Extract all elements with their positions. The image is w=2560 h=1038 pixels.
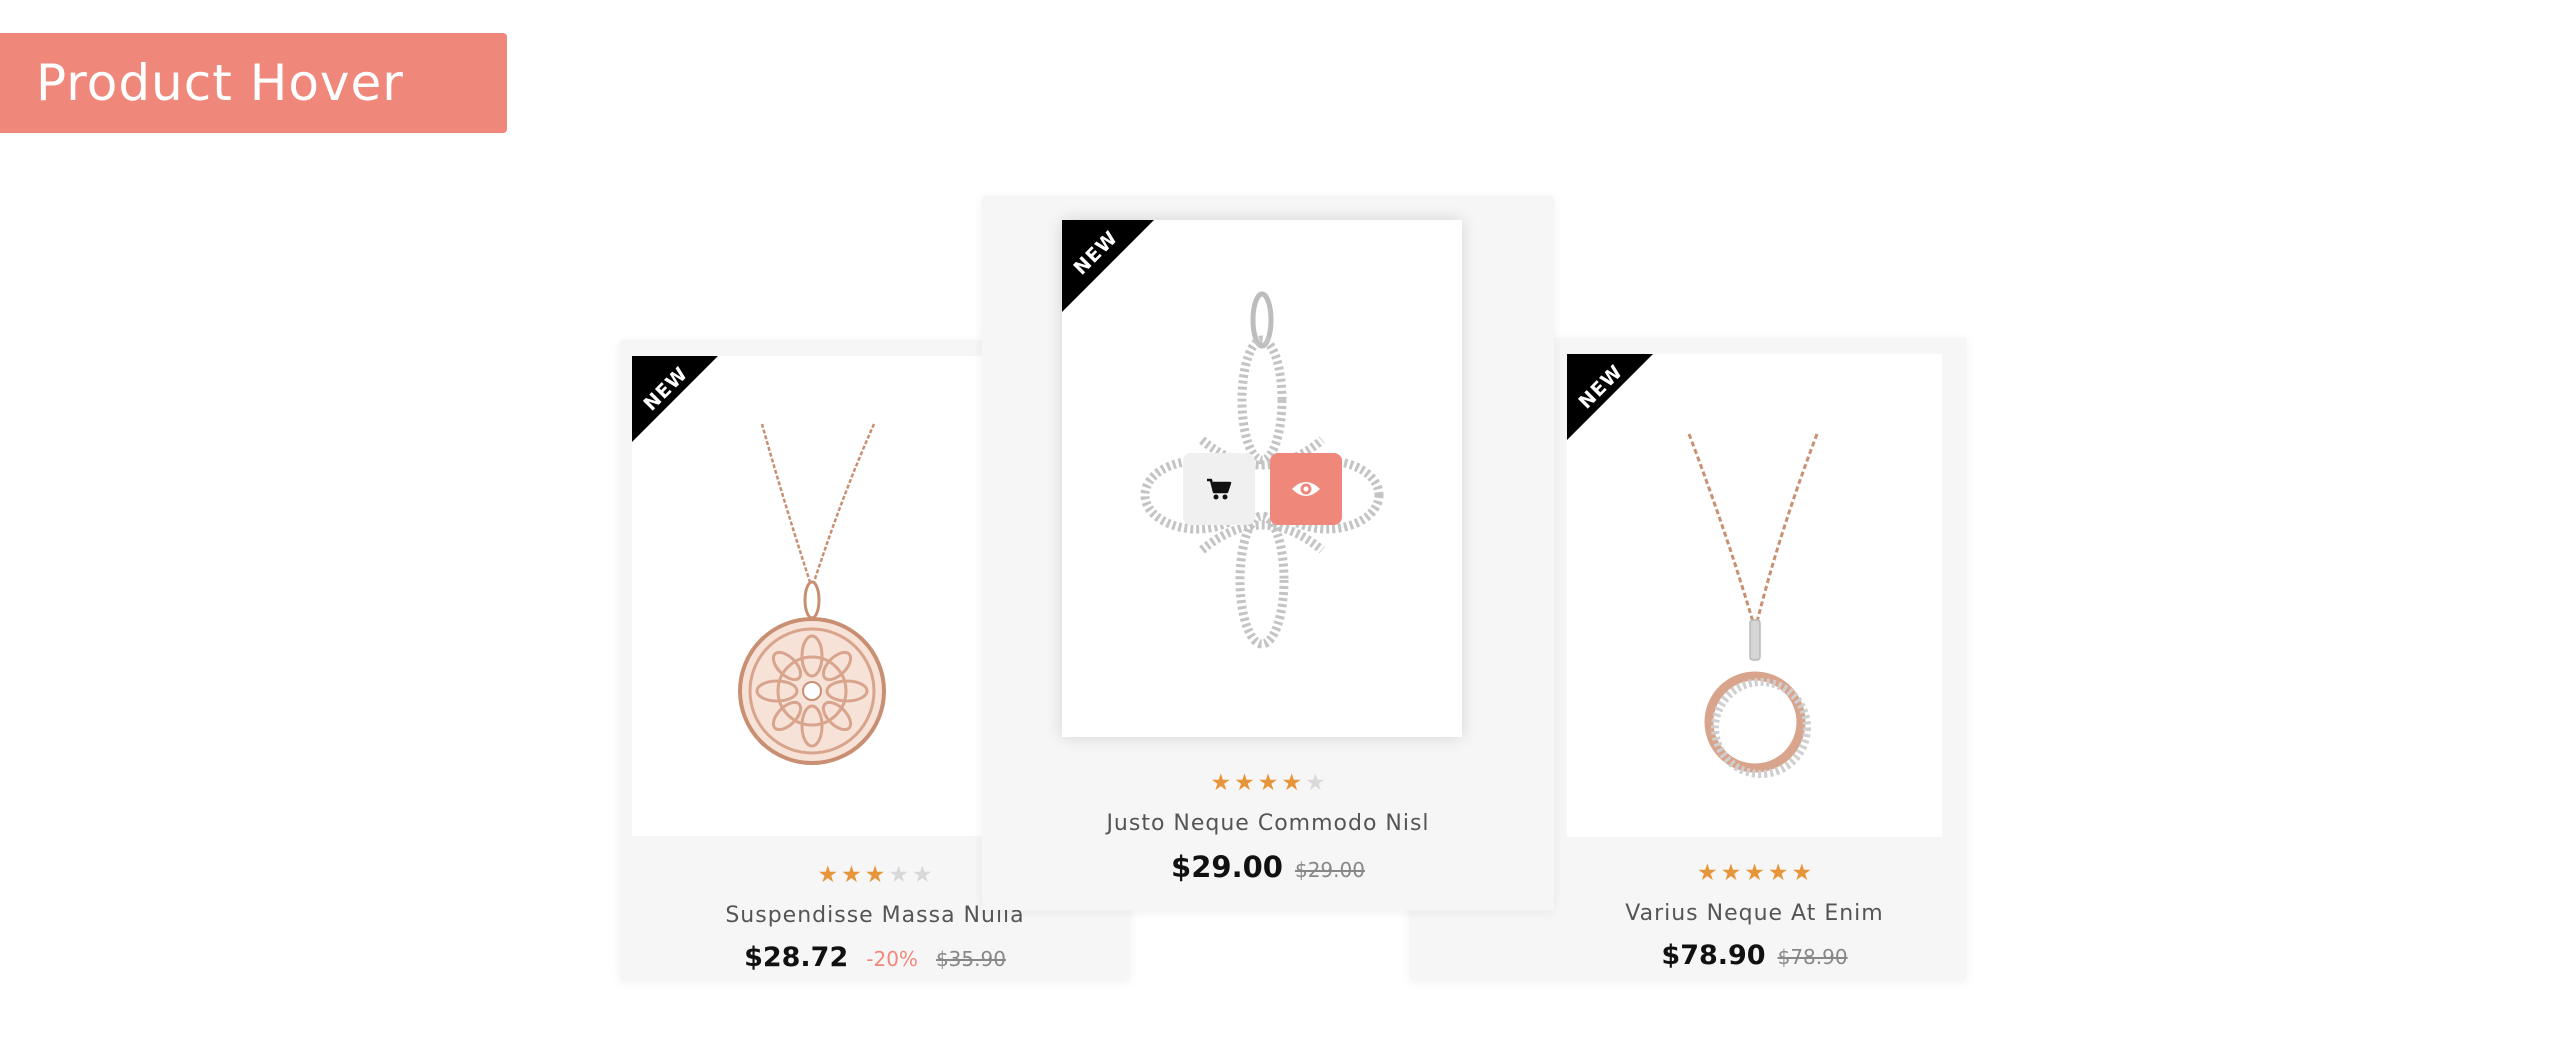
star-icon: ★ — [1304, 770, 1326, 796]
section-title: Product Hover — [36, 54, 404, 112]
price-old: $35.90 — [935, 947, 1006, 971]
price-current: $78.90 — [1661, 940, 1766, 971]
product-info-2: ★ ★ ★ ★ ★ Justo Neque Commodo Nisl $29.0… — [982, 772, 1554, 885]
star-icon: ★ — [1257, 770, 1279, 796]
star-icon: ★ — [1744, 860, 1765, 886]
section-title-badge: Product Hover — [0, 33, 507, 133]
price-row: $28.72 -20% $35.90 — [620, 942, 1130, 973]
price-row: $29.00 $29.00 — [982, 850, 1554, 884]
star-icon: ★ — [911, 862, 933, 888]
price-row: $78.90 $78.90 — [1567, 940, 1942, 971]
star-icon: ★ — [888, 862, 909, 888]
rating-stars: ★ ★ ★ ★ ★ — [1567, 862, 1942, 885]
star-icon: ★ — [864, 862, 886, 888]
page: Product Hover NEW ★ ★ ★ ★ ★ Suspendisse … — [0, 0, 2560, 1038]
product-image-3[interactable]: NEW — [1567, 354, 1942, 837]
rating-stars: ★ ★ ★ ★ ★ — [982, 772, 1554, 795]
add-to-cart-button[interactable] — [1183, 453, 1255, 525]
star-icon: ★ — [1767, 860, 1789, 886]
price-current: $29.00 — [1171, 850, 1283, 884]
cart-icon — [1207, 478, 1232, 500]
product-image-1[interactable]: NEW — [632, 356, 987, 836]
product-name[interactable]: Justo Neque Commodo Nisl — [982, 811, 1554, 836]
price-old: $29.00 — [1294, 858, 1365, 882]
quick-view-button[interactable] — [1270, 453, 1342, 525]
star-icon: ★ — [1281, 770, 1302, 796]
eye-icon — [1292, 482, 1320, 496]
price-old: $78.90 — [1777, 945, 1848, 969]
star-icon: ★ — [1210, 770, 1232, 796]
star-icon: ★ — [817, 862, 839, 888]
star-icon: ★ — [1234, 770, 1255, 796]
product-image-2[interactable]: NEW — [1062, 220, 1462, 737]
star-icon: ★ — [841, 862, 862, 888]
star-icon: ★ — [1720, 860, 1742, 886]
star-icon: ★ — [1696, 860, 1718, 886]
price-current: $28.72 — [744, 942, 849, 973]
discount-badge: -20% — [866, 947, 918, 971]
product-info-3: ★ ★ ★ ★ ★ Varius Neque At Enim $78.90 $7… — [1567, 862, 1942, 972]
star-icon: ★ — [1791, 860, 1813, 886]
product-name[interactable]: Varius Neque At Enim — [1567, 901, 1942, 926]
product-card-2[interactable]: NEW ★ ★ ★ ★ ★ Justo Neque Commodo Nisl $… — [982, 196, 1554, 910]
